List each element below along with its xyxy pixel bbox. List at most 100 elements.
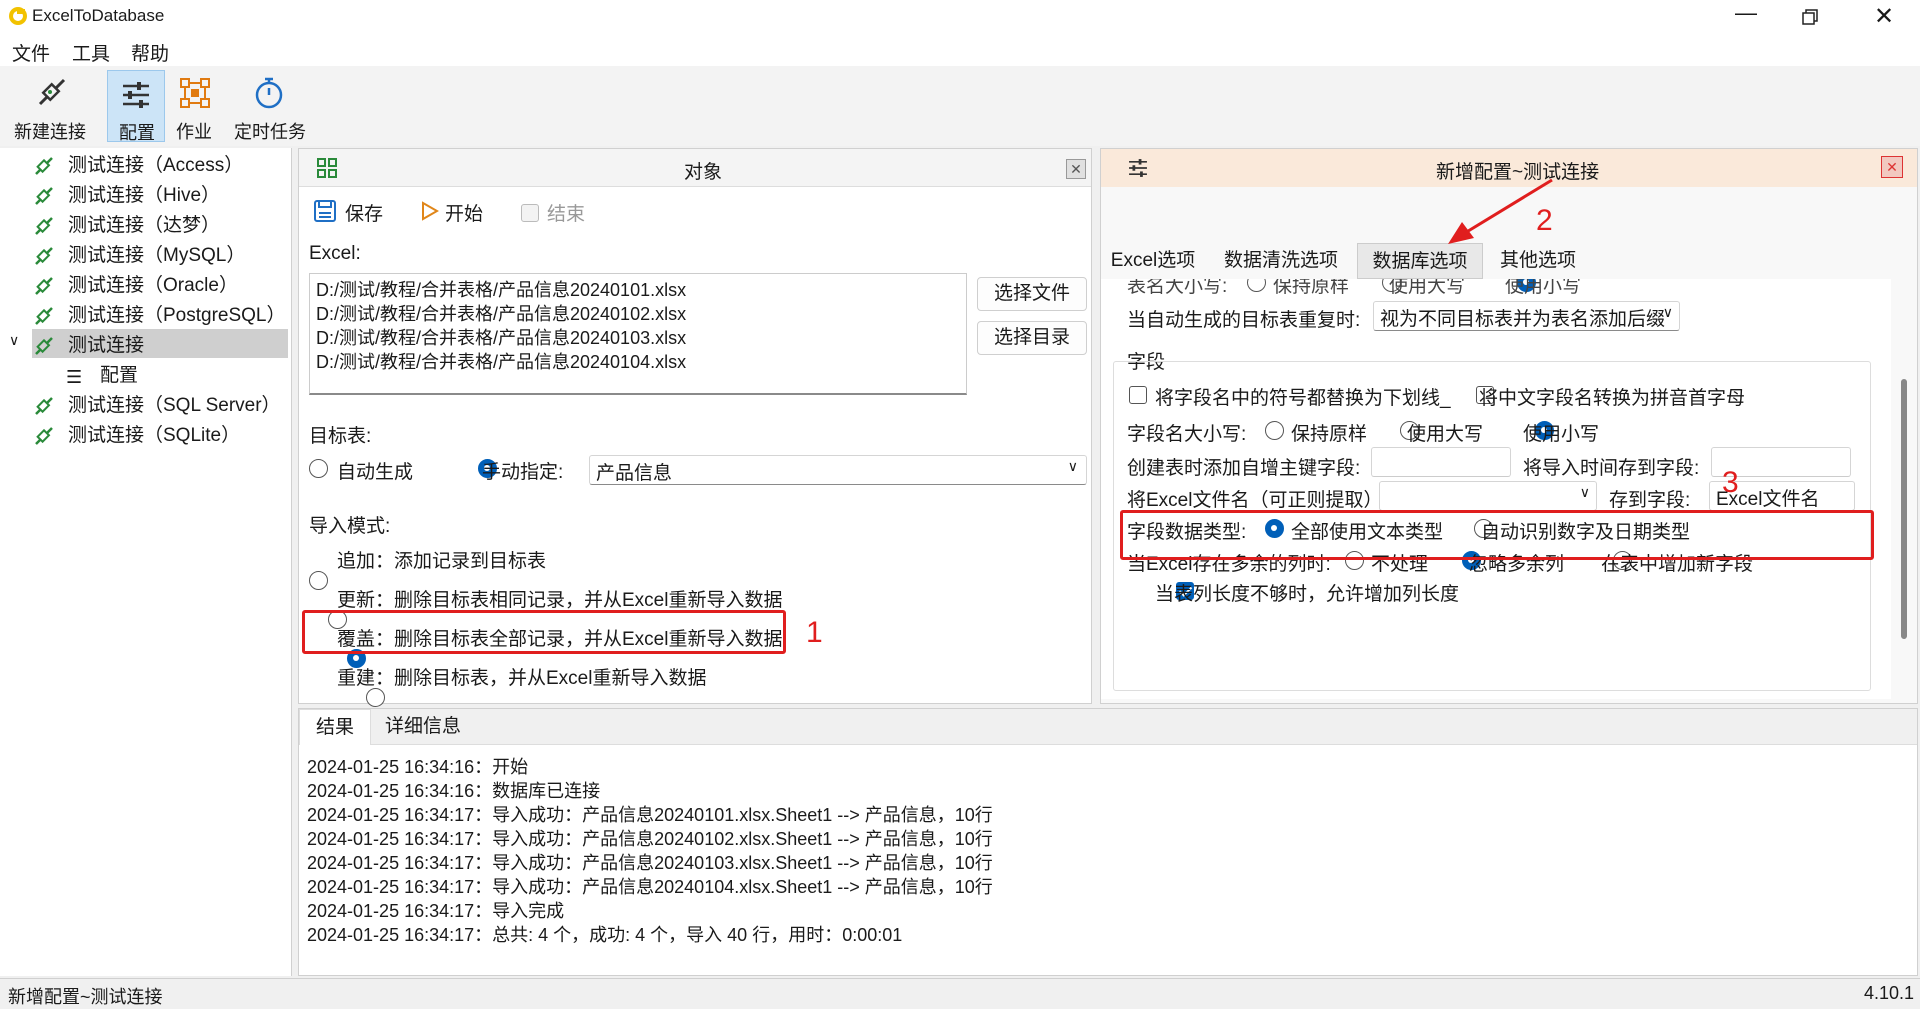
menu-help[interactable]: 帮助 [131,39,169,66]
plug-icon [35,307,53,325]
log-line: 2024-01-25 16:34:17：导入成功：产品信息20240104.xl… [307,877,993,897]
annotation-arrow-2 [1448,178,1553,244]
tree-item-label: 配置 [100,365,139,386]
auto-pk-input[interactable] [1371,447,1511,477]
new-connection-button[interactable]: 新建连接 [6,70,102,142]
chevron-down-icon: ∨ [1662,304,1673,320]
close-icon[interactable]: ✕ [1874,2,1894,31]
stopwatch-icon [255,77,283,109]
tree-item-label: 测试连接（SQLite） [68,425,241,446]
select-file-button[interactable]: 选择文件 [977,277,1087,311]
auto-generate-radio[interactable] [309,459,328,478]
option-label: 使用小写 [1523,424,1600,445]
result-panel: 结果 详细信息 2024-01-25 16:34:16：开始 2024-01-25… [298,708,1918,976]
tree-item-label: 测试连接（PostgreSQL） [68,305,286,326]
plug-icon [35,427,53,445]
log-line: 2024-01-25 16:34:17：导入完成 [307,901,565,921]
status-bar: 新增配置~测试连接 4.10.1 [0,978,1920,1009]
tree-item-label: 测试连接（达梦） [68,215,221,236]
tree-item-label: 测试连接（Oracle） [68,275,238,296]
start-button[interactable]: 开始 [421,197,501,227]
config-scroll-content: 表名大小写: 保持原样 使用大写 使用小写 当自动生成的目标表重复时: 视为不同目标表… [1101,279,1891,699]
config-panel-close-button[interactable]: ✕ [1881,156,1903,178]
log-line: 2024-01-25 16:34:17：导入成功：产品信息20240101.xl… [307,805,993,825]
target-table-select[interactable]: 产品信息 ∨ [589,455,1087,485]
app-logo-icon [9,7,27,25]
result-tabs: 结果 详细信息 [299,709,1917,745]
menu-tools[interactable]: 工具 [72,39,110,66]
object-panel-close-button[interactable]: ✕ [1066,159,1086,179]
import-mode-radio[interactable] [309,571,328,590]
tab-config-1[interactable]: 数据清洗选项 [1205,243,1357,279]
save-button[interactable]: 保存 [313,197,393,227]
scrollbar-thumb[interactable] [1901,379,1907,639]
object-panel-header: 对象 ✕ [299,149,1091,187]
log-output: 2024-01-25 16:34:16：开始 2024-01-25 16:34:1… [307,755,993,947]
maximize-icon[interactable] [1802,9,1818,25]
schedule-button[interactable]: 定时任务 [228,70,308,142]
log-line: 2024-01-25 16:34:16：数据库已连接 [307,781,601,801]
filename-regex-select[interactable]: ∨ [1379,481,1597,511]
plug-icon [35,157,53,175]
log-line: 2024-01-25 16:34:16：开始 [307,757,529,777]
sliders-icon: ☰ [66,367,83,387]
tree-item-label: 测试连接（Access） [68,155,244,176]
save-to-label: 存到字段: [1609,490,1691,511]
replace-symbol-checkbox[interactable] [1129,386,1147,404]
log-line: 2024-01-25 16:34:17：导入成功：产品信息20240102.xl… [307,829,993,849]
plug-icon [38,78,66,106]
field-case-row: 字段名大小写: 保持原样 使用大写 使用小写 [1127,417,1827,445]
import-time-label: 将导入时间存到字段: [1523,458,1700,479]
plug-icon [35,337,53,355]
status-text: 新增配置~测试连接 [8,987,163,1007]
sliders-icon [123,82,149,108]
job-icon [180,78,210,108]
tab-details[interactable]: 详细信息 [371,709,475,745]
plug-icon [35,397,53,415]
job-button[interactable]: 作业 [170,70,220,142]
minimize-icon[interactable]: — [1735,0,1757,26]
select-directory-button[interactable]: 选择目录 [977,321,1087,355]
play-icon [422,201,439,221]
option-label: 使用小写 [1505,279,1582,297]
chevron-down-icon: ∨ [1579,484,1590,500]
option-radio[interactable] [1247,279,1266,292]
chevron-down-icon[interactable]: ∨ [9,332,19,349]
tab-config-0[interactable]: Excel选项 [1101,243,1205,279]
config-scrollbar[interactable] [1897,279,1911,699]
plug-icon [35,187,53,205]
tab-result[interactable]: 结果 [299,709,371,745]
chevron-down-icon: ∨ [1067,458,1078,474]
title-bar: ExcelToDatabase — ✕ [0,0,1920,34]
end-button: 结束 [521,197,601,227]
filename-label: 将Excel文件名（可正则提取） [1127,490,1383,511]
stop-icon [521,204,539,222]
object-panel-title: 对象 [684,162,723,183]
option-radio[interactable] [1265,421,1284,440]
version-text: 4.10.1 [1864,983,1915,1003]
target-table-label: 目标表: [309,426,372,447]
import-mode-label: 导入模式: [309,516,391,537]
tree-item-label: 测试连接（Hive） [68,185,221,206]
window-title: ExcelToDatabase [32,6,165,25]
plug-icon [35,217,53,235]
annotation-box-1 [302,610,786,654]
excel-file-path: D:/测试/教程/合并表格/产品信息20240102.xlsx [316,304,687,324]
toolbar: 新建连接 配置 作业 定时任务 [0,66,1920,146]
plug-icon [35,247,53,265]
option-label: 使用大写 [1407,424,1484,445]
menu-file[interactable]: 文件 [12,39,50,66]
duplicate-table-select[interactable]: 视为不同目标表并为表名添加后缀 ∨ [1373,301,1680,331]
excel-file-list[interactable]: D:/测试/教程/合并表格/产品信息20240101.xlsx D:/测试/教程/… [309,273,967,395]
excel-file-path: D:/测试/教程/合并表格/产品信息20240103.xlsx [316,328,687,348]
tree-item-label: 测试连接（SQL Server） [68,395,281,416]
annotation-number-1: 1 [806,616,823,649]
import-mode-label: 重建：删除目标表，并从Excel重新导入数据 [337,668,707,689]
log-line: 2024-01-25 16:34:17：导入成功：产品信息20240103.xl… [307,853,993,873]
option-label: 保持原样 [1291,424,1368,445]
annotation-box-3 [1120,510,1874,560]
import-mode-radio[interactable] [366,688,385,707]
config-button[interactable]: 配置 [107,70,165,143]
tree-item-label: 测试连接（MySQL） [68,245,246,266]
annotation-number-3: 3 [1722,466,1739,499]
